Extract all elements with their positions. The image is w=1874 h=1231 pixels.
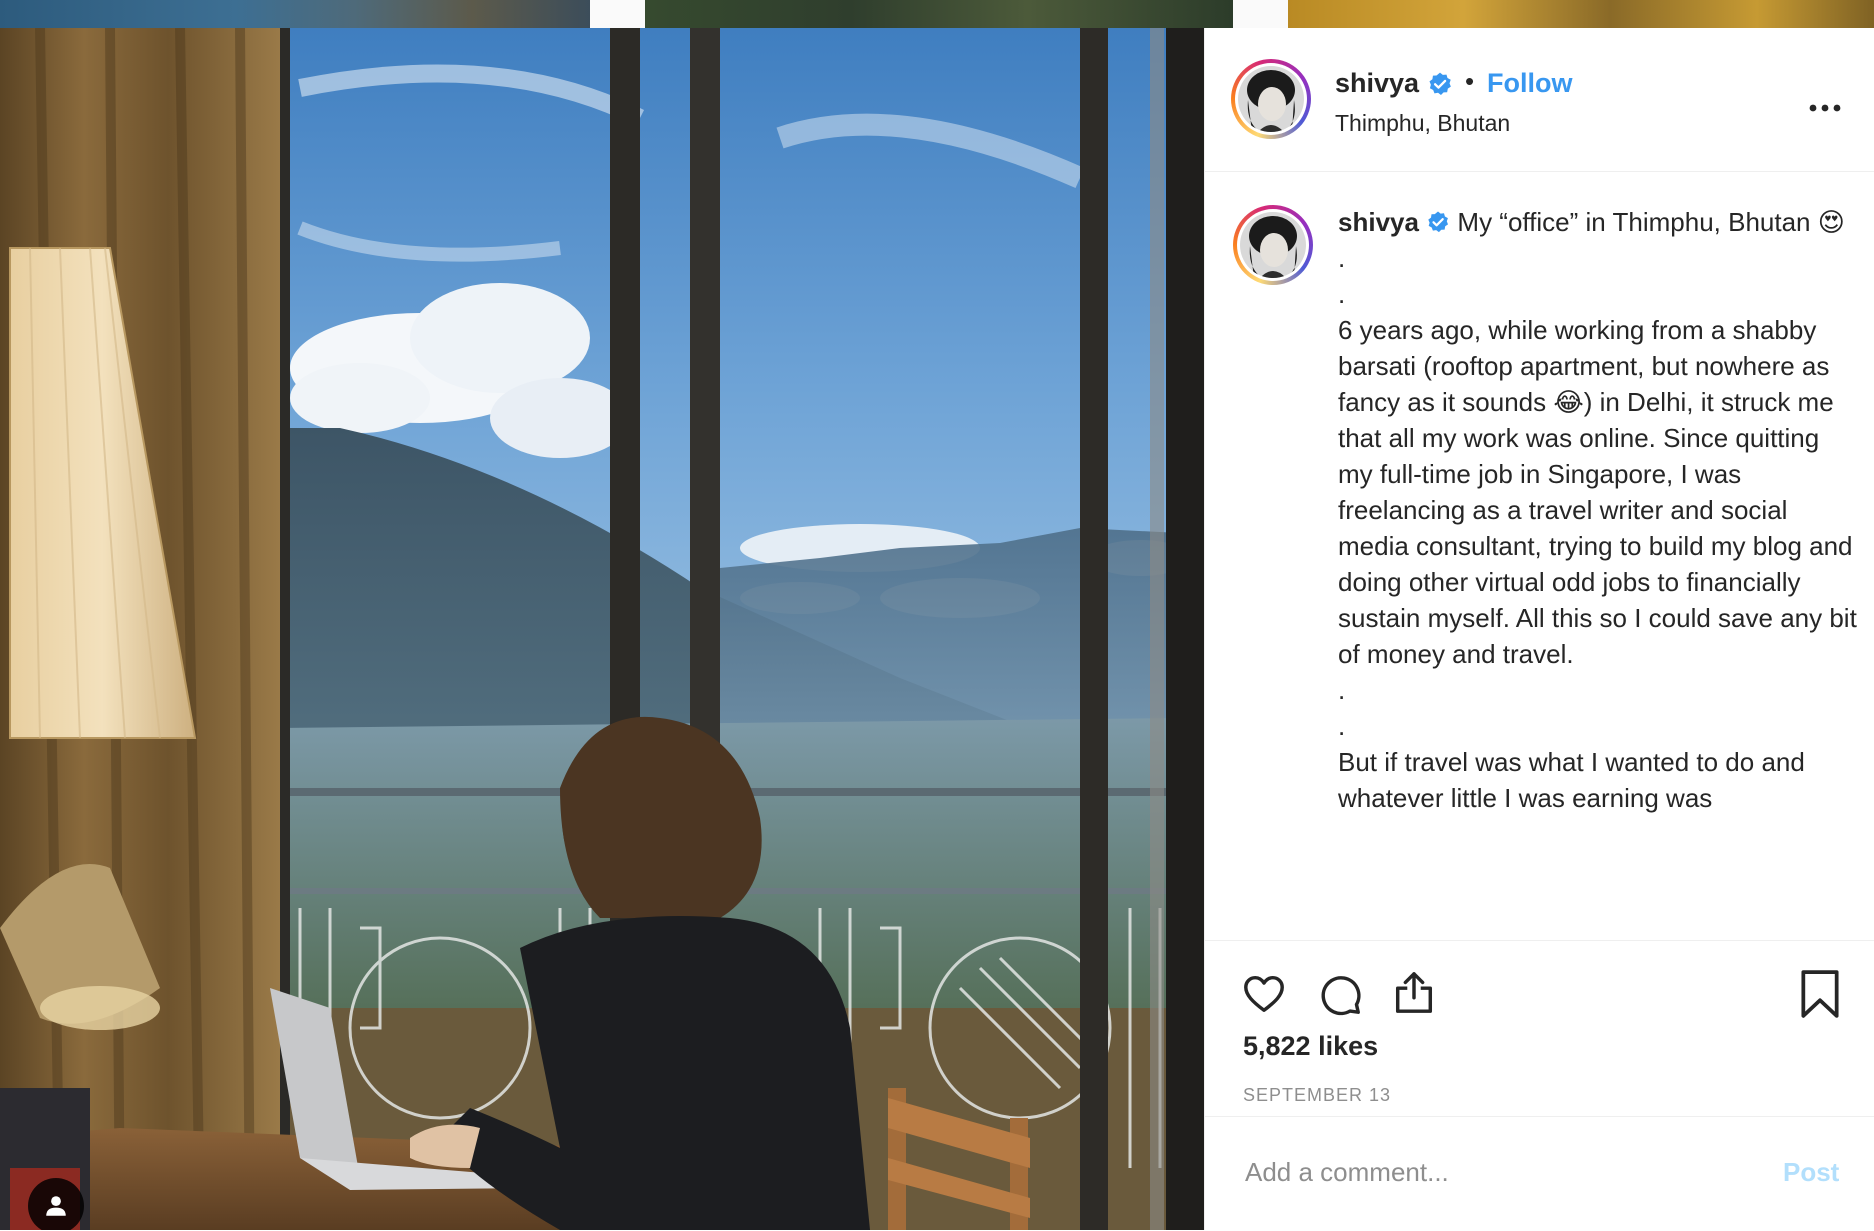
- post-comment-button[interactable]: Post: [1783, 1157, 1839, 1188]
- profile-photo: [1238, 66, 1304, 132]
- comment-input[interactable]: [1243, 1149, 1727, 1195]
- location-link[interactable]: Thimphu, Bhutan: [1335, 110, 1510, 137]
- background-thumbnail[interactable]: [0, 0, 590, 28]
- background-thumbnail[interactable]: [1288, 0, 1874, 28]
- background-thumbnail-strip: [0, 0, 1874, 28]
- username-link[interactable]: shivya: [1335, 68, 1419, 99]
- user-tag-icon: [46, 1196, 66, 1216]
- caption-body: My “office” in Thimphu, Bhutan 😍 . . 6 y…: [1338, 207, 1857, 813]
- caption-text: shivya My “office” in Thimphu, Bhutan 😍 …: [1338, 204, 1858, 816]
- share-icon[interactable]: [1391, 969, 1437, 1017]
- post-photo[interactable]: [0, 28, 1204, 1230]
- follow-button[interactable]: Follow: [1487, 68, 1572, 99]
- profile-photo: [1240, 212, 1306, 278]
- caption-avatar[interactable]: [1233, 205, 1313, 285]
- post-header: shivya • Follow Thimphu, Bhutan: [1205, 28, 1874, 172]
- like-count[interactable]: 5,822 likes: [1243, 1031, 1378, 1062]
- separator-dot: •: [1465, 66, 1475, 96]
- background-thumbnail[interactable]: [645, 0, 1233, 28]
- comment-bubble-icon[interactable]: [1317, 971, 1363, 1017]
- more-options-icon[interactable]: [1805, 98, 1845, 118]
- caption-area[interactable]: shivya My “office” in Thimphu, Bhutan 😍 …: [1205, 172, 1874, 941]
- caption-username-link[interactable]: shivya: [1338, 207, 1419, 237]
- heart-icon[interactable]: [1241, 971, 1287, 1017]
- bookmark-icon[interactable]: [1799, 969, 1841, 1019]
- avatar[interactable]: [1231, 59, 1311, 139]
- post-details-panel: shivya • Follow Thimphu, Bhutan shivya M…: [1204, 28, 1874, 1230]
- post-date[interactable]: SEPTEMBER 13: [1243, 1085, 1391, 1106]
- comment-bar: Post: [1205, 1116, 1874, 1231]
- verified-badge-icon: [1428, 211, 1449, 233]
- verified-badge-icon: [1429, 72, 1451, 95]
- tagged-users-button[interactable]: [28, 1178, 84, 1230]
